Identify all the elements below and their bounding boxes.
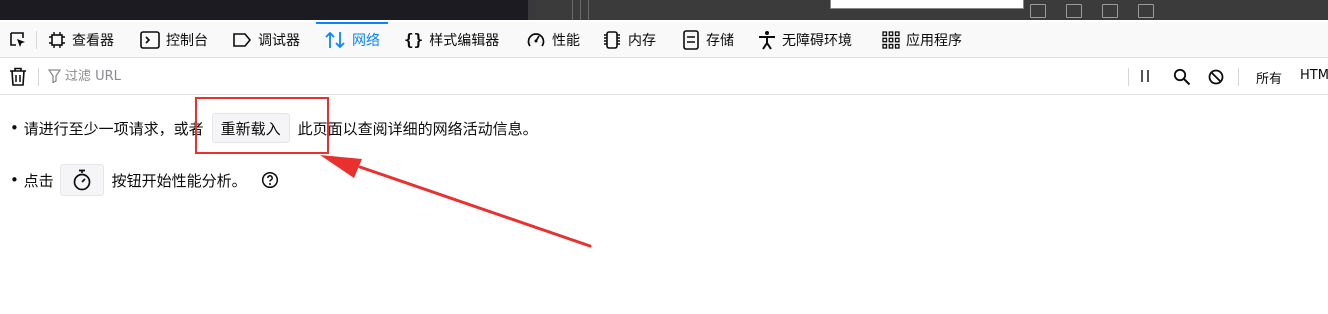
memory-icon (604, 30, 620, 49)
block-icon (1208, 69, 1224, 85)
tab-label: 应用程序 (906, 32, 962, 49)
filter-url-input[interactable] (65, 68, 445, 84)
tab-storage[interactable]: 存储 (682, 22, 734, 57)
bullet: • (10, 171, 24, 189)
tab-label: 性能 (552, 32, 580, 49)
tab-label: 查看器 (72, 32, 114, 49)
tab-performance[interactable]: 性能 (526, 22, 580, 57)
devtools-toolbar: 查看器 控制台 调试器 网络 {} 样式编辑器 性能 内存 存储 无障碍环境 应… (0, 22, 1328, 58)
help-button[interactable] (261, 171, 279, 189)
notice-text-after: 此页面以查阅详细的网络活动信息。 (297, 119, 538, 138)
filter-url-field[interactable] (48, 67, 468, 85)
tab-label: 内存 (628, 32, 656, 49)
tab-label: 存储 (706, 32, 734, 49)
tab-label: 网络 (352, 32, 380, 49)
storage-icon (683, 29, 699, 50)
notice-text-before: 请进行至少一项请求，或者 (23, 119, 204, 138)
type-filter-html[interactable]: HTML (1300, 68, 1328, 83)
application-icon (882, 30, 900, 49)
notice-line-performance: • 点击 按钮开始性能分析。 (10, 164, 279, 196)
tab-console[interactable]: 控制台 (140, 22, 208, 57)
trash-icon (10, 67, 26, 86)
pause-button[interactable] (1139, 68, 1151, 88)
search-button[interactable] (1173, 68, 1191, 90)
tab-label: 样式编辑器 (429, 32, 500, 49)
type-filter-all[interactable]: 所有 (1256, 68, 1282, 87)
performance-icon (527, 32, 545, 47)
tab-application[interactable]: 应用程序 (882, 22, 962, 57)
network-icon (325, 31, 345, 48)
network-filter-bar: 所有 HTML (0, 58, 1328, 95)
element-picker-icon (10, 31, 25, 47)
tab-memory[interactable]: 内存 (602, 22, 656, 57)
tab-debugger[interactable]: 调试器 (232, 22, 300, 57)
tab-label: 无障碍环境 (782, 32, 852, 49)
notice-text-before: 点击 (23, 171, 54, 190)
tab-style-editor[interactable]: {} 样式编辑器 (404, 22, 499, 57)
tab-inspector[interactable]: 查看器 (48, 22, 114, 57)
help-icon (261, 171, 278, 189)
tab-network[interactable]: 网络 (316, 22, 388, 57)
debugger-icon (233, 32, 252, 47)
inspector-icon (49, 31, 65, 48)
reload-button[interactable]: 重新载入 (211, 113, 290, 143)
block-requests-button[interactable] (1207, 68, 1225, 90)
accessibility-icon (759, 30, 775, 50)
bullet: • (10, 119, 24, 137)
clear-requests-button[interactable] (9, 67, 27, 91)
stopwatch-icon (73, 169, 90, 191)
style-editor-icon: {} (404, 30, 424, 49)
search-icon (1173, 68, 1191, 86)
filter-icon (48, 69, 61, 83)
background-window-strip (0, 0, 1328, 22)
tab-label: 控制台 (166, 32, 208, 49)
notice-text-after: 按钮开始性能分析。 (111, 171, 247, 190)
tab-accessibility[interactable]: 无障碍环境 (758, 22, 852, 57)
notice-line-reload: • 请进行至少一项请求，或者 重新载入 此页面以查阅详细的网络活动信息。 (10, 113, 538, 143)
start-performance-button[interactable] (59, 164, 104, 196)
pause-icon (1141, 70, 1149, 82)
console-icon (140, 30, 160, 49)
element-picker-button[interactable] (8, 22, 28, 57)
tab-label: 调试器 (258, 32, 300, 49)
